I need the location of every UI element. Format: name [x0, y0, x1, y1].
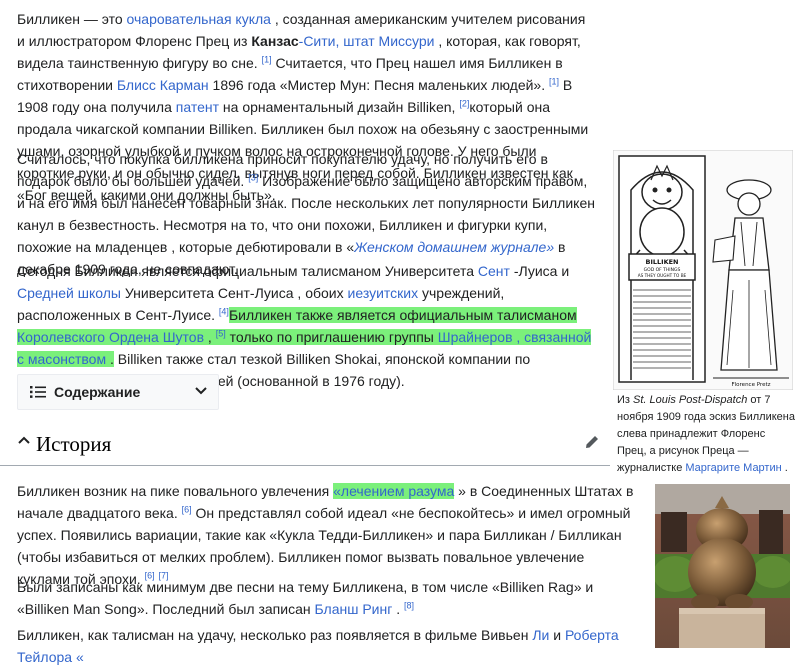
text: Билликен — это [17, 11, 127, 27]
sign-line-3: AS THEY OUGHT TO BE [638, 273, 687, 278]
toc-label: Содержание [54, 384, 141, 400]
ref-1b[interactable]: [1] [549, 76, 559, 86]
link-jesuit[interactable]: иезуитских [348, 285, 419, 301]
link-charming-doll[interactable]: очаровательная кукла [127, 11, 271, 27]
list-icon [30, 385, 46, 402]
text: и [549, 627, 565, 643]
text: Университета Сент-Луиса , обоих [121, 285, 348, 301]
text: -Луиса и [509, 263, 570, 279]
pencil-icon[interactable] [584, 434, 600, 455]
paragraph-songs: Были записаны как минимум две песни на т… [17, 576, 637, 620]
paragraph-history: Билликен возник на пике повального увлеч… [17, 480, 637, 590]
link-mind-cure[interactable]: «лечением разума [333, 483, 454, 499]
section-title: История [36, 432, 112, 456]
paragraph-film: Билликен, как талисман на удачу, несколь… [17, 624, 637, 668]
ref-1[interactable]: [1] [262, 54, 272, 64]
link-royal-order-jesters[interactable]: Королевского Ордена Шутов [17, 329, 204, 345]
text: 1896 года «Мистер Мун: Песня маленьких л… [208, 77, 549, 93]
toc-toggle[interactable]: Содержание [17, 374, 219, 410]
caption-italic: St. Louis Post-Dispatch [633, 394, 748, 406]
text: , [204, 329, 216, 345]
billiken-statue-photo[interactable] [655, 484, 790, 648]
text: Из [617, 394, 634, 406]
link-kansas-city[interactable]: -Сити, штат Миссури [299, 33, 435, 49]
ref-4[interactable]: [4] [219, 306, 229, 316]
ref-2[interactable]: [2] [459, 98, 469, 108]
ref-8[interactable]: [8] [404, 600, 414, 610]
ref-5[interactable]: [5] [216, 328, 226, 338]
section-heading: История [0, 425, 610, 466]
text: только по приглашению группы [225, 329, 438, 345]
text: на орнаментальный дизайн Billiken, [219, 99, 460, 115]
paragraph-mascot: Сегодня Билликен является официальным та… [17, 260, 599, 392]
ref-6[interactable]: [6] [182, 504, 192, 514]
text: Билликен также является официальным тали… [228, 307, 577, 323]
link-high-school[interactable]: Средней школы [17, 285, 121, 301]
chevron-down-icon [194, 383, 208, 400]
bold-kansas: Канзас [251, 33, 299, 49]
text: . [781, 462, 788, 474]
link-ladies-home-journal[interactable]: Женском домашнем журнале» [354, 239, 554, 255]
link-patent[interactable]: патент [176, 99, 219, 115]
link-margaret-martin[interactable]: Маргарите Мартин [685, 462, 781, 474]
link-blanche-ring[interactable]: Бланш Ринг [315, 601, 393, 617]
sign-line-1: BILLIKEN [646, 258, 679, 266]
ref-3[interactable]: [3] [248, 172, 258, 182]
signature-text: Florence Pretz [731, 382, 770, 388]
link-saint[interactable]: Сент [478, 263, 510, 279]
text: . [392, 601, 405, 617]
link-bliss-carman[interactable]: Блисс Карман [117, 77, 209, 93]
highlight-2: «лечением разума [333, 483, 455, 499]
text: Сегодня Билликен является официальным та… [17, 263, 478, 279]
figure-caption: Из St. Louis Post-Dispatch от 7 ноября 1… [617, 392, 795, 477]
link-leigh[interactable]: Ли [532, 627, 549, 643]
billiken-sketch-image[interactable]: BILLIKEN GOD OF THINGS AS THEY OUGHT TO … [613, 150, 793, 390]
text: Билликен, как талисман на удачу, несколь… [17, 627, 533, 643]
text: Были записаны как минимум две песни на т… [17, 579, 594, 617]
text: Билликен возник на пике повального увлеч… [17, 483, 334, 499]
chevron-up-icon[interactable] [17, 433, 31, 452]
text: . [106, 351, 114, 367]
